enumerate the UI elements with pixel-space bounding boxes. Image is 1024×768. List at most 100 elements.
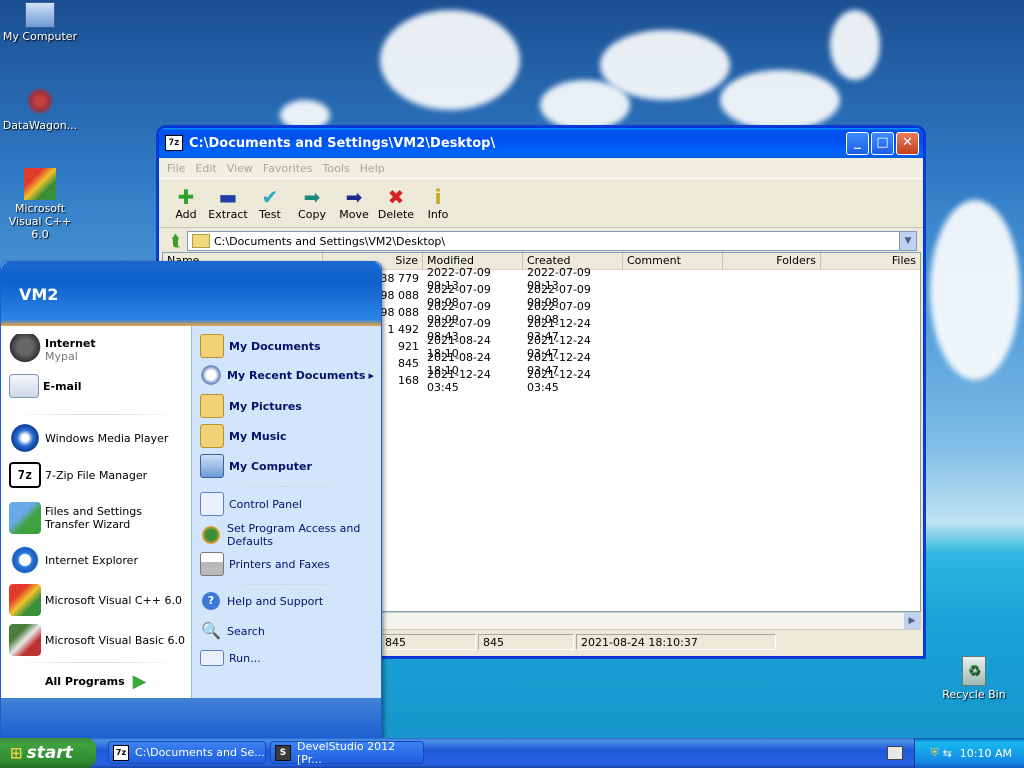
program-access-icon	[200, 524, 222, 546]
recent-files-settings-transfer[interactable]: Files and Settings Transfer Wizard	[9, 502, 185, 534]
recent-windows-media-player[interactable]: Windows Media Player	[9, 422, 168, 454]
separator	[9, 414, 183, 415]
keyboard-icon[interactable]	[887, 746, 903, 760]
system-tray: ⛨ ⇆ 10:10 AM	[914, 738, 1024, 768]
add-button[interactable]: ✚ Add	[165, 186, 207, 227]
place-my-computer[interactable]: My Computer	[200, 454, 312, 478]
place-my-music[interactable]: My Music	[200, 424, 287, 448]
status-modified: 2021-08-24 18:10:37	[576, 634, 776, 650]
raccoon-browser-icon	[9, 334, 41, 366]
cloud	[930, 200, 1020, 380]
7zip-icon: 7z	[165, 135, 183, 151]
search-item[interactable]: 🔍 Search	[200, 620, 265, 642]
separator	[200, 584, 370, 585]
security-shield-icon[interactable]: ⛨	[930, 746, 938, 760]
address-field[interactable]: C:\Documents and Settings\VM2\Desktop\	[187, 231, 900, 251]
start-button[interactable]: ⊞ start	[0, 738, 96, 768]
menu-view[interactable]: View	[225, 162, 261, 175]
visual-cpp-icon	[24, 168, 56, 200]
up-folder-button[interactable]: ⮬	[165, 231, 187, 251]
email-icon	[9, 374, 39, 398]
window-title: C:\Documents and Settings\VM2\Desktop\	[189, 135, 496, 151]
search-icon: 🔍	[201, 621, 221, 640]
pinned-internet[interactable]: Internet Mypal	[9, 334, 96, 366]
cloud	[380, 10, 520, 110]
menu-file[interactable]: File	[165, 162, 193, 175]
menu-bar: File Edit View Favorites Tools Help	[159, 158, 923, 178]
column-comment[interactable]: Comment	[623, 253, 723, 269]
computer-icon	[25, 2, 55, 28]
column-files[interactable]: Files	[821, 253, 920, 269]
window-titlebar[interactable]: 7z C:\Documents and Settings\VM2\Desktop…	[159, 128, 923, 158]
control-panel-icon	[200, 492, 224, 516]
move-button[interactable]: ➡ Move	[333, 186, 375, 227]
menu-favorites[interactable]: Favorites	[261, 162, 321, 175]
start-menu-header: VM2	[1, 262, 381, 326]
status-size: 845	[380, 634, 476, 650]
place-my-recent-documents[interactable]: My Recent Documents ▸	[200, 364, 374, 386]
taskbar-item-7zip[interactable]: 7z C:\Documents and Se...	[108, 741, 266, 764]
scroll-right-button[interactable]: ▶	[904, 613, 920, 629]
run-item[interactable]: Run...	[200, 650, 261, 666]
help-icon: ?	[200, 590, 222, 612]
set-program-access-item[interactable]: Set Program Access and Defaults	[200, 522, 374, 548]
pinned-email[interactable]: E-mail	[9, 374, 82, 398]
add-icon: ✚	[177, 185, 195, 209]
test-button[interactable]: ✔ Test	[249, 186, 291, 227]
delete-icon: ✖	[387, 185, 405, 209]
network-icon[interactable]: ⇆	[943, 747, 952, 760]
toolbar: ✚ Add ▬ Extract ✔ Test ➡ Copy ➡ Move ✖ Delete …	[159, 178, 923, 228]
menu-tools[interactable]: Tools	[321, 162, 358, 175]
minimize-button[interactable]: _	[846, 131, 869, 155]
folder-pictures-icon	[200, 394, 224, 418]
desktop-icon-datawagon[interactable]: DataWagon...	[0, 85, 80, 132]
address-bar: ⮬ C:\Documents and Settings\VM2\Desktop\…	[165, 230, 917, 252]
recent-visual-cpp[interactable]: Microsoft Visual C++ 6.0	[9, 584, 182, 616]
transfer-wizard-icon	[9, 502, 41, 534]
place-my-documents[interactable]: My Documents	[200, 334, 321, 358]
help-support-item[interactable]: ? Help and Support	[200, 590, 323, 612]
delete-button[interactable]: ✖ Delete	[375, 186, 417, 227]
maximize-button[interactable]: □	[871, 131, 894, 155]
desktop-icon-recycle-bin[interactable]: ♻ Recycle Bin	[934, 656, 1014, 701]
menu-help[interactable]: Help	[358, 162, 393, 175]
info-button[interactable]: i Info	[417, 186, 459, 227]
green-arrow-icon: ▶	[132, 670, 147, 692]
recent-visual-basic[interactable]: Microsoft Visual Basic 6.0	[9, 624, 185, 656]
taskbar-item-develstudio[interactable]: S DevelStudio 2012 [Pr...	[270, 740, 424, 766]
printers-faxes-item[interactable]: Printers and Faxes	[200, 552, 330, 576]
desktop-icon-my-computer[interactable]: My Computer	[0, 2, 80, 43]
control-panel-item[interactable]: Control Panel	[200, 492, 302, 516]
internet-explorer-icon	[9, 544, 41, 576]
start-menu: VM2 Internet Mypal E-mail Windows Media P…	[0, 261, 382, 741]
folder-music-icon	[200, 424, 224, 448]
folder-icon	[192, 234, 210, 248]
start-menu-footer	[1, 698, 381, 740]
submenu-arrow-icon: ▸	[368, 368, 374, 382]
computer-icon	[200, 454, 224, 478]
separator	[9, 662, 183, 663]
cloud	[280, 100, 330, 130]
status-packed-size: 845	[478, 634, 574, 650]
start-menu-right-pane: My Documents My Recent Documents ▸ My Pic…	[191, 326, 381, 698]
close-button[interactable]: ✕	[896, 131, 919, 155]
recent-internet-explorer[interactable]: Internet Explorer	[9, 544, 138, 576]
address-dropdown-button[interactable]: ▼	[900, 231, 917, 251]
cloud	[830, 10, 880, 80]
desktop-icon-visual-cpp[interactable]: Microsoft Visual C++ 6.0	[0, 168, 80, 241]
start-menu-left-pane: Internet Mypal E-mail Windows Media Playe…	[1, 326, 191, 698]
taskbar: ⊞ start 7z C:\Documents and Se... S Deve…	[0, 738, 1024, 768]
media-player-icon	[9, 422, 41, 454]
place-my-pictures[interactable]: My Pictures	[200, 394, 302, 418]
run-icon	[200, 650, 224, 666]
clock[interactable]: 10:10 AM	[960, 747, 1012, 760]
copy-icon: ➡	[303, 185, 321, 209]
menu-edit[interactable]: Edit	[193, 162, 224, 175]
test-icon: ✔	[261, 185, 279, 209]
recent-7zip-file-manager[interactable]: 7z 7-Zip File Manager	[9, 462, 147, 488]
extract-button[interactable]: ▬ Extract	[207, 186, 249, 227]
column-folders[interactable]: Folders	[723, 253, 821, 269]
copy-button[interactable]: ➡ Copy	[291, 186, 333, 227]
all-programs-button[interactable]: All Programs ▶	[45, 670, 147, 692]
printer-icon	[200, 552, 224, 576]
